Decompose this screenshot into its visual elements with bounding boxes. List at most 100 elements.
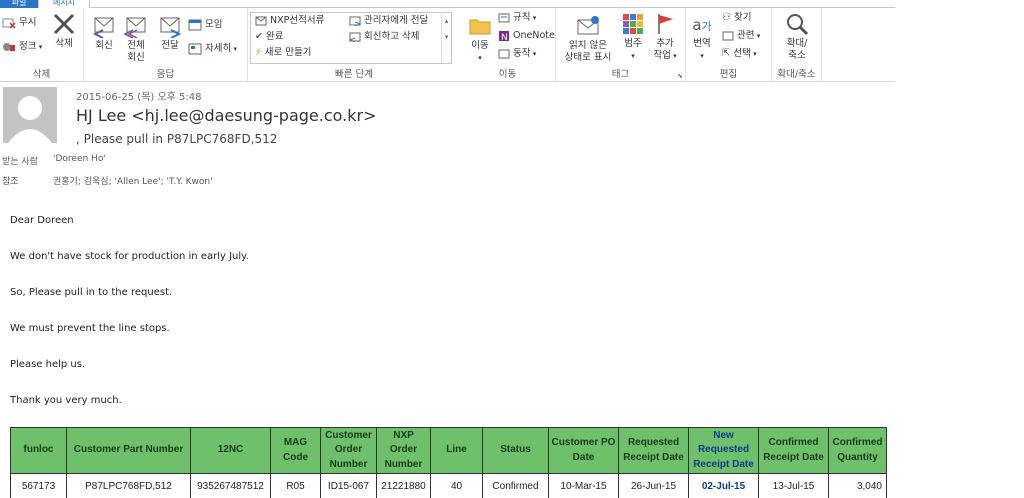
quick-step-new[interactable]: ⚡ 새로 만들기 bbox=[255, 46, 311, 60]
meeting-icon bbox=[188, 19, 202, 30]
body-line-1: Dear Doreen bbox=[10, 215, 74, 226]
col-new-requested-date: New Requested Receipt Date bbox=[688, 427, 759, 474]
related-button[interactable]: 관련 ▾ bbox=[722, 29, 760, 43]
quick-step-forward-manager-label: 관리자에게 전달 bbox=[364, 15, 429, 26]
quick-step-mail-icon bbox=[255, 16, 267, 25]
tab-file[interactable]: 파일 bbox=[0, 0, 38, 8]
ignore-button[interactable]: 무시 bbox=[2, 16, 37, 30]
rules-label: 규칙 bbox=[513, 12, 531, 23]
cc-label: 참조 bbox=[2, 177, 19, 187]
reply-delete-icon bbox=[349, 32, 361, 42]
onenote-button[interactable]: N OneNote bbox=[498, 29, 555, 43]
select-button[interactable]: ⇱ 선택 ▾ bbox=[722, 47, 757, 61]
col-confirmed-qty: Confirmed Quantity bbox=[828, 427, 887, 474]
forward-label: 전달 bbox=[161, 40, 179, 51]
ribbon: 무시 정크 ▾ 삭제 삭제 회신 전체 회신 전달 모임 자세히 ▾ 응답 빠른… bbox=[0, 8, 895, 82]
cell-status: Confirmed bbox=[482, 473, 549, 498]
actions-icon bbox=[498, 49, 510, 58]
move-label: 이동 bbox=[471, 40, 489, 51]
meeting-label: 모임 bbox=[205, 19, 223, 30]
zoom-button[interactable]: 확대/ 축소 bbox=[780, 12, 814, 62]
reply-button[interactable]: 회신 bbox=[90, 12, 118, 52]
followup-label-1: 추가 bbox=[656, 38, 674, 49]
col-customer-order: Customer Order Number bbox=[320, 427, 377, 474]
cell-12nc: 935267487512 bbox=[190, 473, 271, 498]
cell-funloc: 567173 bbox=[10, 473, 67, 498]
quick-step-nxp[interactable]: NXP선적서류 bbox=[255, 14, 324, 28]
forward-button[interactable]: 전달 bbox=[156, 12, 184, 52]
to-recipients[interactable]: 'Doreen Ho' bbox=[53, 154, 106, 164]
categorize-button[interactable]: 범주 ▾ bbox=[618, 12, 648, 62]
select-label: 선택 bbox=[733, 48, 751, 59]
more-icon bbox=[188, 43, 202, 54]
col-status: Status bbox=[482, 427, 549, 474]
rules-button[interactable]: 규칙 ▾ bbox=[498, 11, 536, 25]
reply-all-label-1: 전체 bbox=[127, 40, 145, 51]
followup-label-2: 작업 bbox=[653, 50, 671, 61]
translate-button[interactable]: a가 번역 ▾ bbox=[688, 12, 716, 62]
delete-button[interactable]: 삭제 bbox=[50, 12, 78, 50]
quick-step-reply-delete[interactable]: 회신하고 삭제 bbox=[349, 30, 420, 44]
quick-step-done-label: 완료 bbox=[266, 31, 284, 42]
meeting-button[interactable]: 모임 bbox=[188, 18, 223, 32]
zoom-label-2: 축소 bbox=[788, 50, 806, 61]
ignore-icon bbox=[2, 18, 16, 29]
col-funloc: funloc bbox=[10, 427, 67, 474]
tab-message[interactable]: 메시지 bbox=[38, 0, 90, 8]
ribbon-tabs: 파일 메시지 bbox=[0, 0, 895, 8]
sender-avatar bbox=[3, 87, 57, 143]
sender[interactable]: HJ Lee <hj.lee@daesung-page.co.kr> bbox=[76, 106, 377, 125]
tags-dialog-launcher[interactable]: ⬊ bbox=[677, 72, 683, 80]
reply-icon bbox=[92, 17, 114, 38]
magnifier-icon bbox=[787, 14, 809, 36]
cell-po-date: 10-Mar-15 bbox=[548, 473, 619, 498]
related-icon bbox=[722, 31, 734, 40]
reply-all-icon bbox=[123, 17, 146, 38]
cell-new-requested-date: 02-Jul-15 bbox=[688, 473, 759, 498]
followup-button[interactable]: 추가 작업 ▾ bbox=[650, 12, 680, 62]
message-header: 2015-06-25 (목) 오후 5:48 HJ Lee <hj.lee@da… bbox=[0, 84, 1024, 194]
categorize-icon bbox=[623, 14, 643, 34]
related-label: 관련 bbox=[737, 30, 755, 41]
edit-group-label: 편집 bbox=[719, 69, 738, 80]
col-mag-code: MAG Code bbox=[270, 427, 321, 474]
more-respond-label: 자세히 bbox=[205, 43, 232, 54]
body-line-5: Please help us. bbox=[10, 359, 86, 370]
col-requested-date: Requested Receipt Date bbox=[618, 427, 689, 474]
cc-recipients[interactable]: 권홍기; 김옥심; 'Allen Lee'; 'T.Y. Kwon' bbox=[53, 174, 213, 187]
col-customer-part: Customer Part Number bbox=[66, 427, 191, 474]
mark-unread-label-2: 상태로 표시 bbox=[564, 52, 612, 63]
categorize-label: 범주 bbox=[624, 38, 642, 49]
forward-icon bbox=[160, 17, 182, 38]
cell-nxp-order: 21221880 bbox=[376, 473, 431, 498]
cleanup-button[interactable]: 정크 ▾ bbox=[2, 40, 42, 54]
move-group-label: 이동 bbox=[498, 69, 517, 80]
quick-step-done[interactable]: ✔ 완료 bbox=[255, 30, 283, 44]
col-line: Line bbox=[430, 427, 483, 474]
delete-group: 무시 정크 ▾ 삭제 삭제 bbox=[0, 8, 84, 82]
delete-x-icon bbox=[53, 13, 75, 35]
zoom-label-1: 확대/ bbox=[786, 38, 808, 49]
quick-steps-gallery: NXP선적서류 관리자에게 전달 ✔ 완료 회신하고 삭제 ⚡ 새로 만들기 ▴… bbox=[250, 12, 452, 64]
more-respond-button[interactable]: 자세히 ▾ bbox=[188, 42, 237, 56]
onenote-icon: N bbox=[499, 30, 509, 42]
reply-all-button[interactable]: 전체 회신 bbox=[122, 12, 150, 64]
respond-group-label: 응답 bbox=[156, 69, 175, 80]
order-table: funloc Customer Part Number 12NC MAG Cod… bbox=[10, 427, 887, 498]
cell-customer-part: P87LPC768FD,512 bbox=[66, 473, 191, 498]
respond-group: 회신 전체 회신 전달 모임 자세히 ▾ 응답 bbox=[84, 8, 248, 82]
quick-step-reply-delete-label: 회신하고 삭제 bbox=[364, 31, 420, 42]
actions-button[interactable]: 동작 ▾ bbox=[498, 47, 536, 61]
folder-move-icon bbox=[469, 19, 491, 35]
scroll-up-icon: ▴ bbox=[444, 17, 449, 25]
forward-manager-icon bbox=[349, 16, 361, 26]
cell-line: 40 bbox=[430, 473, 483, 498]
find-button[interactable]: ⚇ 찾기 bbox=[722, 11, 751, 25]
mark-unread-button[interactable]: 읽지 않은 상태로 표시 bbox=[560, 12, 616, 64]
translate-label: 번역 bbox=[693, 38, 711, 49]
body-line-2: We don't have stock for production in ea… bbox=[10, 251, 249, 262]
subject: , Please pull in P87LPC768FD,512 bbox=[76, 132, 278, 146]
quick-step-forward-manager[interactable]: 관리자에게 전달 bbox=[349, 14, 428, 28]
quick-steps-scroll[interactable]: ▴ ▾ bbox=[441, 13, 451, 63]
move-button[interactable]: 이동 ▾ bbox=[466, 12, 494, 64]
